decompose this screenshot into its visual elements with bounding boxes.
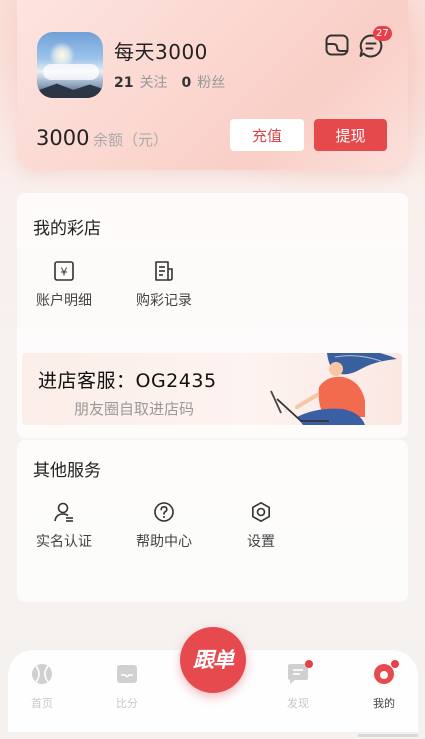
following-count[interactable]: 21 — [114, 75, 133, 91]
user-verify-item[interactable]: 实名认证 — [24, 501, 104, 551]
tab-mine[interactable]: 我的 — [359, 660, 409, 711]
services-title: 其他服务 — [33, 461, 101, 481]
coupon-icon[interactable] — [324, 32, 350, 58]
home-ball-icon — [32, 664, 52, 684]
home-indicator — [358, 734, 418, 737]
help-icon — [154, 502, 174, 522]
purchase-record-icon — [155, 261, 173, 281]
tab-score[interactable]: 比分 — [102, 662, 152, 711]
store-card: 我的彩店 ¥ 账户明细 购彩记录 进店客服：OG2435 朋友圈自取进店码 — [17, 193, 408, 438]
tab-score-label: 比分 — [116, 697, 138, 710]
balance-label: 余额（元） — [93, 131, 169, 149]
message-icon[interactable]: 27 — [358, 26, 392, 59]
tab-home-label: 首页 — [31, 697, 53, 710]
discover-dot — [305, 660, 313, 668]
avatar-cloud — [43, 64, 99, 80]
score-icon — [117, 665, 137, 683]
following-label[interactable]: 关注 — [139, 75, 167, 91]
purchase-record-label: 购彩记录 — [136, 293, 192, 309]
follow-bet-button[interactable]: 跟单 — [180, 627, 246, 693]
svg-text:¥: ¥ — [61, 266, 68, 279]
followers-count[interactable]: 0 — [181, 75, 191, 91]
account-detail-label: 账户明细 — [36, 293, 92, 309]
account-detail-item[interactable]: ¥ 账户明细 — [24, 260, 104, 310]
withdraw-button[interactable]: 提现 — [314, 119, 387, 151]
profile-card: 每天3000 21 关注 0 粉丝 27 3000 余额（元） 充值 提现 — [17, 0, 408, 170]
tab-mine-label: 我的 — [373, 697, 395, 710]
store-service-banner[interactable]: 进店客服：OG2435 朋友圈自取进店码 — [22, 353, 402, 425]
help-center-label: 帮助中心 — [136, 534, 192, 550]
help-center-item[interactable]: 帮助中心 — [124, 501, 204, 551]
balance-amount: 3000 — [36, 126, 90, 150]
settings-item[interactable]: 设置 — [221, 501, 301, 551]
banner-illustration — [270, 353, 397, 425]
settings-icon — [252, 502, 270, 522]
message-badge: 27 — [373, 26, 392, 41]
avatar-hill — [37, 83, 103, 98]
purchase-record-item[interactable]: 购彩记录 — [124, 260, 204, 310]
user-verify-label: 实名认证 — [36, 534, 92, 550]
username[interactable]: 每天3000 — [114, 36, 208, 65]
tab-discover-label: 发现 — [287, 697, 309, 710]
settings-label: 设置 — [247, 534, 275, 550]
store-title: 我的彩店 — [33, 219, 101, 239]
tab-discover[interactable]: 发现 — [273, 660, 323, 711]
followers-label[interactable]: 粉丝 — [197, 75, 225, 91]
user-verify-icon — [54, 502, 73, 522]
tab-home[interactable]: 首页 — [17, 662, 67, 711]
mine-dot — [391, 660, 399, 668]
banner-subtitle: 朋友圈自取进店码 — [74, 400, 195, 418]
services-card: 其他服务 实名认证 帮助中心 设置 — [17, 440, 408, 602]
avatar[interactable] — [37, 32, 103, 98]
banner-title: 进店客服：OG2435 — [38, 370, 217, 392]
recharge-button[interactable]: 充值 — [230, 119, 304, 151]
account-detail-icon: ¥ — [54, 261, 74, 281]
follow-stats: 21 关注 0 粉丝 — [114, 72, 225, 92]
